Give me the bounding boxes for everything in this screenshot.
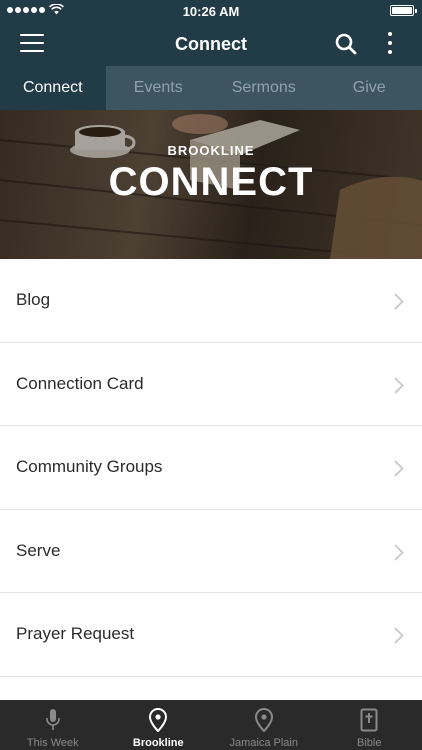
- list-item-label: Community Groups: [16, 457, 163, 477]
- tab-connect[interactable]: Connect: [0, 66, 106, 110]
- battery-icon: [390, 5, 417, 16]
- more-options-icon[interactable]: [380, 30, 400, 56]
- bottom-tab-label: Bible: [357, 737, 382, 749]
- chevron-right-icon: [394, 293, 404, 310]
- top-tabs: Connect Events Sermons Give: [0, 66, 422, 110]
- list-item-connection-card[interactable]: Connection Card: [0, 342, 422, 427]
- chevron-right-icon: [394, 627, 404, 645]
- list-item-serve[interactable]: Serve: [0, 509, 422, 594]
- list-item-blog[interactable]: Blog: [0, 259, 422, 343]
- page-title: Connect: [175, 34, 247, 54]
- chevron-right-icon: [394, 376, 404, 394]
- chevron-right-icon: [394, 544, 404, 561]
- microphone-icon: [45, 709, 60, 730]
- list-item-label: Serve: [16, 540, 61, 560]
- status-bar: 10:26 AM: [0, 0, 422, 22]
- map-pin-icon: [254, 708, 273, 732]
- bottom-tab-bible[interactable]: Bible: [317, 700, 422, 750]
- list-item-label: Blog: [16, 290, 51, 309]
- bottom-tab-label: Jamaica Plain: [229, 737, 298, 749]
- list-item-prayer-request[interactable]: Prayer Request: [0, 593, 422, 677]
- bottom-tab-brookline[interactable]: Brookline: [106, 700, 212, 750]
- bottom-tab-jamaica-plain[interactable]: Jamaica Plain: [211, 700, 317, 750]
- bible-icon: [360, 708, 378, 732]
- bottom-tab-label: This Week: [26, 737, 79, 749]
- hero-subtitle: BROOKLINE: [167, 143, 255, 158]
- map-pin-icon: [149, 708, 168, 732]
- bottom-tab-label: Brookline: [132, 737, 184, 749]
- list-item-community-groups[interactable]: Community Groups: [0, 426, 422, 510]
- tab-give[interactable]: Give: [317, 66, 422, 110]
- list-item-label: Prayer Request: [16, 624, 135, 644]
- hero-banner: BROOKLINE CONNECT: [0, 110, 422, 259]
- tab-events[interactable]: Events: [106, 66, 212, 110]
- bottom-tab-bar: This Week Brookline Jamaica Plain Bible: [0, 700, 422, 750]
- bottom-tab-this-week[interactable]: This Week: [0, 700, 106, 750]
- hero-title: CONNECT: [108, 160, 314, 204]
- status-time: 10:26 AM: [182, 4, 240, 19]
- nav-bar: Connect: [0, 22, 422, 66]
- connect-menu-list: Blog Connection Card Community Groups Se…: [0, 259, 422, 677]
- search-icon[interactable]: [334, 32, 358, 56]
- chevron-right-icon: [394, 460, 404, 477]
- tab-sermons[interactable]: Sermons: [211, 66, 317, 110]
- list-item-label: Connection Card: [16, 373, 144, 393]
